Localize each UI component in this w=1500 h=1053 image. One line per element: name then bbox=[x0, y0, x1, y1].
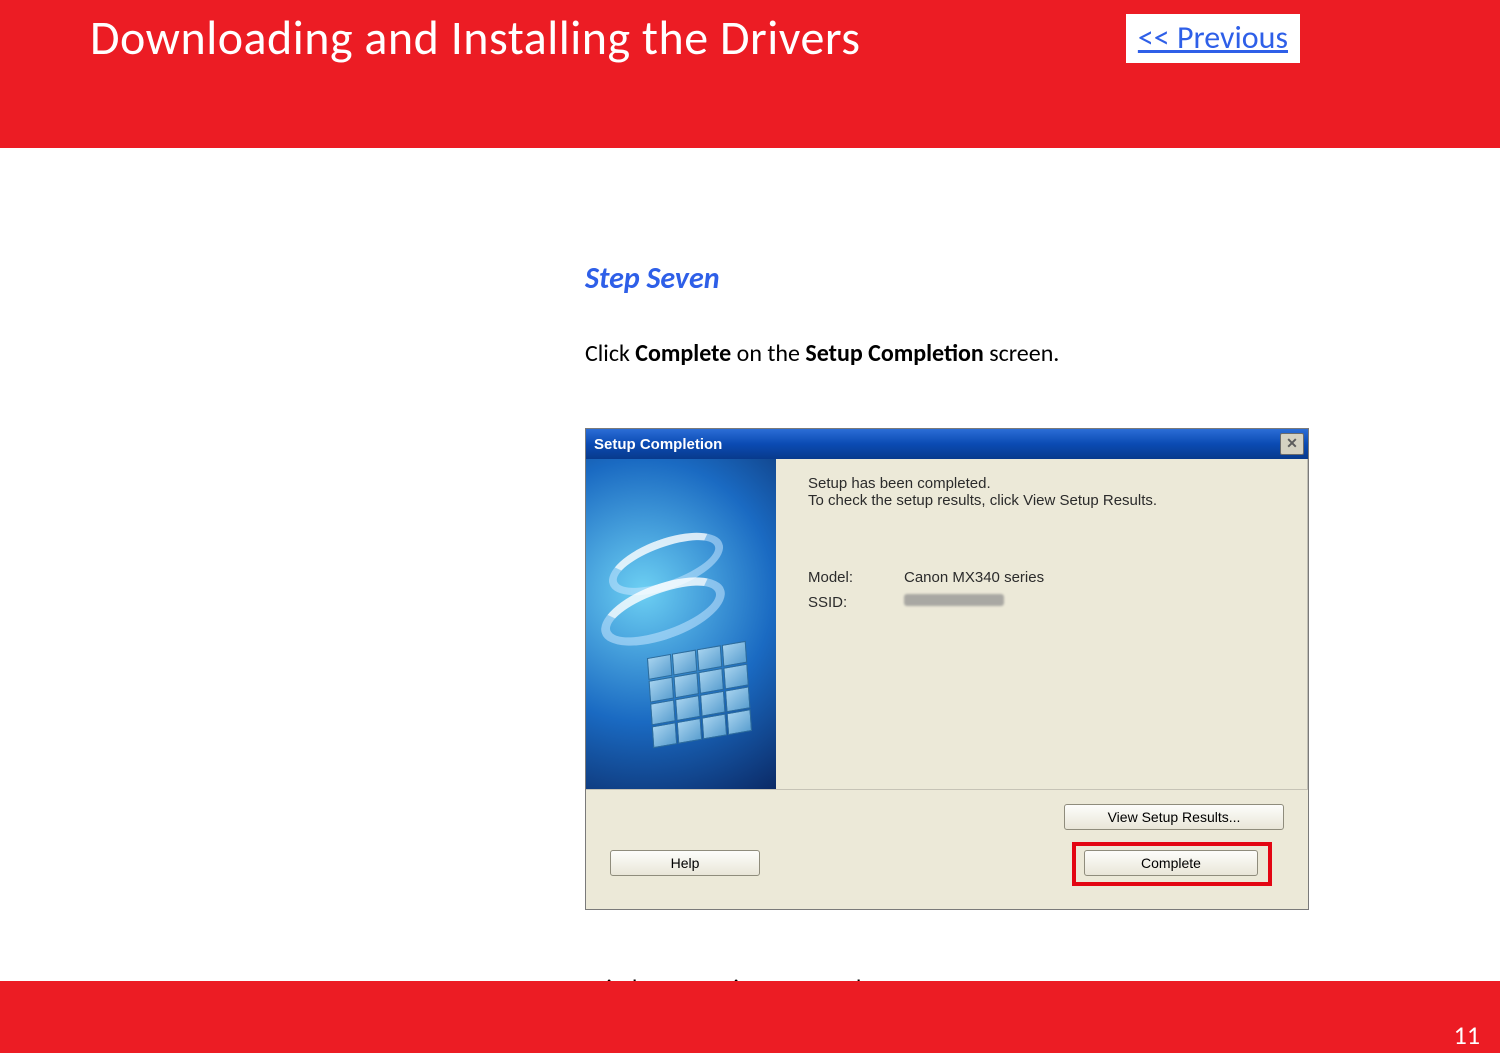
dialog-line1: Setup has been completed. bbox=[808, 475, 1288, 492]
dialog-body: Setup has been completed. To check the s… bbox=[586, 459, 1308, 789]
close-icon[interactable]: ✕ bbox=[1280, 433, 1304, 455]
instr-text: screen. bbox=[984, 339, 1060, 368]
dialog-side-image bbox=[586, 459, 776, 789]
help-button[interactable]: Help bbox=[610, 850, 760, 876]
step-instruction: Click Complete on the Setup Completion s… bbox=[585, 339, 1335, 368]
instr-bold-complete: Complete bbox=[635, 339, 731, 368]
dialog-title: Setup Completion bbox=[594, 436, 722, 453]
ssid-row: SSID: bbox=[808, 594, 1288, 611]
model-label: Model: bbox=[808, 569, 904, 586]
instr-text: Click bbox=[585, 339, 635, 368]
view-setup-results-button[interactable]: View Setup Results... bbox=[1064, 804, 1284, 830]
previous-link[interactable]: << Previous bbox=[1126, 14, 1300, 63]
instr-text: on the bbox=[731, 339, 805, 368]
page-title: Downloading and Installing the Drivers bbox=[90, 8, 861, 67]
dialog-titlebar: Setup Completion ✕ bbox=[586, 429, 1308, 459]
setup-completion-dialog: Setup Completion ✕ Setup has been comple… bbox=[585, 428, 1309, 910]
ssid-label: SSID: bbox=[808, 594, 904, 611]
page-number: 11 bbox=[1454, 1019, 1480, 1051]
dialog-text-area: Setup has been completed. To check the s… bbox=[776, 459, 1308, 789]
step-heading: Step Seven bbox=[585, 260, 1335, 297]
dialog-line2: To check the setup results, click View S… bbox=[808, 492, 1288, 509]
decorative-cubes-icon bbox=[647, 641, 752, 748]
header-bar: Downloading and Installing the Drivers <… bbox=[0, 0, 1500, 148]
model-value: Canon MX340 series bbox=[904, 569, 1044, 586]
footer-bar: 11 bbox=[0, 981, 1500, 1053]
complete-button[interactable]: Complete bbox=[1084, 850, 1258, 876]
model-row: Model: Canon MX340 series bbox=[808, 569, 1288, 586]
dialog-button-bar: View Setup Results... Help Complete bbox=[586, 789, 1308, 909]
content-area: Step Seven Click Complete on the Setup C… bbox=[585, 260, 1335, 1003]
instr-bold-setup-completion: Setup Completion bbox=[805, 339, 983, 368]
ssid-value-redacted bbox=[904, 594, 1004, 606]
